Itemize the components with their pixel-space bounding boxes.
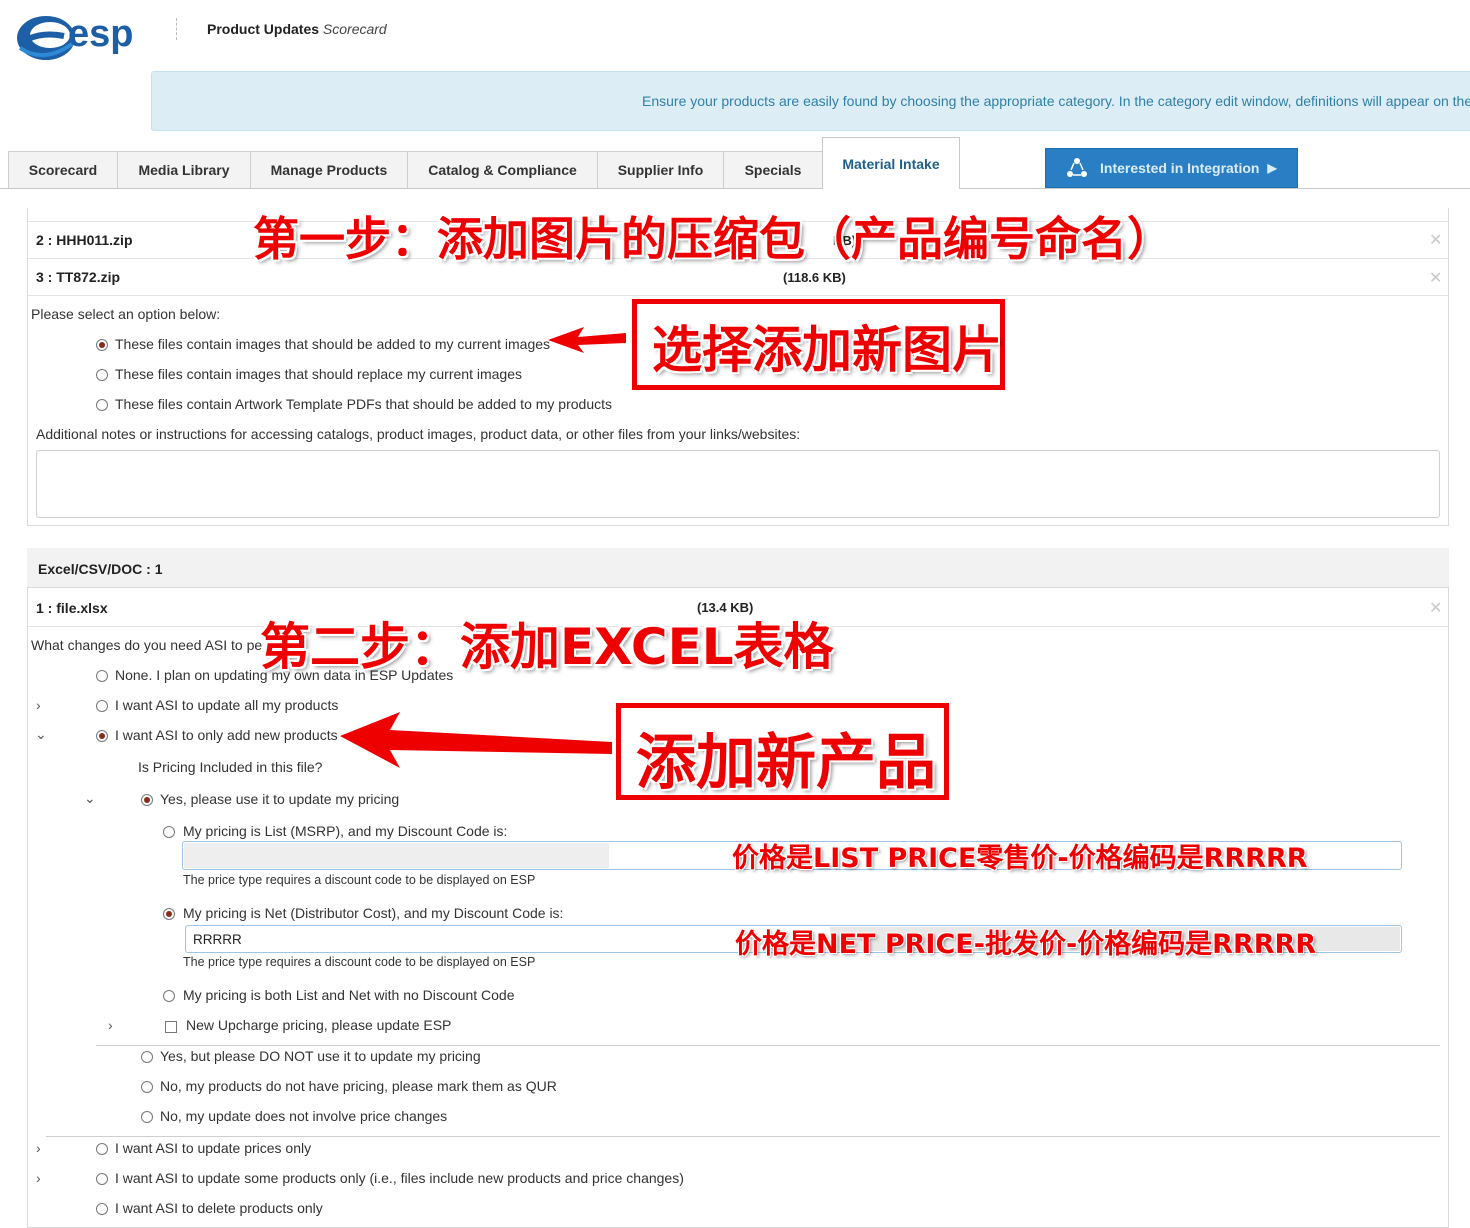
option-upcharge[interactable]: New Upcharge pricing, please update ESP (186, 1017, 451, 1033)
option-update-some[interactable]: I want ASI to update some products only … (115, 1170, 684, 1186)
option-list-pricing[interactable]: My pricing is List (MSRP), and my Discou… (183, 823, 507, 839)
radio-no-price-changes[interactable] (141, 1111, 153, 1123)
tab-supplier-info[interactable]: Supplier Info (597, 151, 724, 188)
option-pricing-qur[interactable]: No, my products do not have pricing, ple… (160, 1078, 557, 1094)
file-row-hhh011: 2 : HHH011.zip (36, 232, 133, 248)
remove-file-icon[interactable]: ✕ (1429, 268, 1442, 288)
discount-hint: The price type requires a discount code … (183, 955, 536, 969)
file-row-xlsx: 1 : file.xlsx (36, 600, 108, 616)
excel-panel-header (27, 548, 1449, 588)
tab-catalog-compliance[interactable]: Catalog & Compliance (407, 151, 598, 188)
radio-add-images[interactable] (96, 339, 108, 351)
radio-both-pricing[interactable] (163, 990, 175, 1002)
tab-specials[interactable]: Specials (723, 151, 823, 188)
annotation-list-price: 价格是LIST PRICE零售价-价格编码是RRRRR (732, 843, 1308, 874)
radio-update-prices-only[interactable] (96, 1143, 108, 1155)
chevron-down-icon[interactable]: ⌄ (35, 726, 47, 743)
option-pricing-yes[interactable]: Yes, please use it to update my pricing (160, 791, 399, 807)
option-no-price-changes[interactable]: No, my update does not involve price cha… (160, 1108, 447, 1124)
option-replace-images[interactable]: These files contain images that should r… (115, 366, 522, 382)
annotation-step1: 第一步：添加图片的压缩包（产品编号命名） (253, 212, 1173, 266)
option-net-pricing[interactable]: My pricing is Net (Distributor Cost), an… (183, 905, 563, 921)
annotation-add-new-products: 添加新产品 (636, 728, 936, 798)
radio-pricing-qur[interactable] (141, 1081, 153, 1093)
option-artwork-pdfs[interactable]: These files contain Artwork Template PDF… (115, 396, 612, 412)
chevron-down-icon[interactable]: ⌄ (84, 790, 96, 807)
interested-in-integration-button[interactable]: Interested in Integration ▶ (1045, 148, 1298, 188)
chevron-right-icon[interactable]: › (36, 1170, 41, 1186)
annotation-select-new-images: 选择添加新图片 (652, 321, 1002, 379)
remove-file-icon[interactable]: ✕ (1429, 598, 1442, 618)
radio-net-pricing[interactable] (163, 908, 175, 920)
option-both-pricing[interactable]: My pricing is both List and Net with no … (183, 987, 515, 1003)
option-pricing-no-update[interactable]: Yes, but please DO NOT use it to update … (160, 1048, 481, 1064)
tab-manage-products[interactable]: Manage Products (250, 151, 408, 188)
radio-pricing-yes[interactable] (141, 794, 153, 806)
chevron-right-icon[interactable]: › (36, 1140, 41, 1156)
excel-section-title: Excel/CSV/DOC : 1 (38, 561, 163, 577)
chevron-right-icon[interactable]: › (36, 697, 41, 713)
tab-scorecard[interactable]: Scorecard (8, 151, 118, 188)
radio-add-new-products[interactable] (96, 730, 108, 742)
remove-file-icon[interactable]: ✕ (1429, 230, 1442, 250)
option-prompt: Please select an option below: (31, 306, 221, 322)
annotation-net-price: 价格是NET PRICE-批发价-价格编码是RRRRR (735, 929, 1317, 960)
arrow-icon (340, 712, 612, 768)
radio-artwork-pdfs[interactable] (96, 399, 108, 411)
radio-replace-images[interactable] (96, 369, 108, 381)
file-size: (118.6 KB) (783, 270, 846, 285)
play-icon: ▶ (1267, 161, 1277, 175)
radio-list-pricing[interactable] (163, 826, 175, 838)
option-add-new-products[interactable]: I want ASI to only add new products (115, 727, 338, 743)
notes-label: Additional notes or instructions for acc… (36, 426, 801, 442)
divider (28, 295, 1448, 296)
changes-question: What changes do you need ASI to pe (31, 637, 263, 653)
radio-delete-only[interactable] (96, 1203, 108, 1215)
page-title: Product Updates Scorecard (207, 21, 387, 37)
esp-logo[interactable]: esp (14, 8, 144, 66)
pricing-question: Is Pricing Included in this file? (138, 759, 323, 775)
radio-pricing-no-update[interactable] (141, 1051, 153, 1063)
arrow-icon (548, 327, 626, 353)
discount-hint: The price type requires a discount code … (183, 873, 536, 887)
svg-text:esp: esp (68, 13, 133, 55)
divider (96, 1045, 1440, 1046)
radio-update-some[interactable] (96, 1173, 108, 1185)
tab-material-intake[interactable]: Material Intake (822, 137, 960, 189)
header-divider (176, 18, 177, 40)
integration-label: Interested in Integration (1100, 160, 1260, 176)
option-delete-only[interactable]: I want ASI to delete products only (115, 1200, 323, 1216)
upcharge-checkbox[interactable] (165, 1021, 177, 1033)
chevron-right-icon[interactable]: › (108, 1017, 113, 1033)
option-update-all[interactable]: I want ASI to update all my products (115, 697, 338, 713)
banner-text: Ensure your products are easily found by… (642, 93, 1470, 109)
radio-update-all[interactable] (96, 700, 108, 712)
annotation-step2: 第二步：添加EXCEL表格 (260, 618, 834, 676)
tab-bar-line (0, 188, 1470, 189)
notes-textarea[interactable] (36, 450, 1440, 518)
radio-none[interactable] (96, 670, 108, 682)
integration-icon (1067, 158, 1087, 177)
divider (46, 1136, 1440, 1137)
file-row-tt872: 3 : TT872.zip (36, 269, 121, 285)
option-update-prices-only[interactable]: I want ASI to update prices only (115, 1140, 311, 1156)
option-add-images[interactable]: These files contain images that should b… (115, 336, 550, 352)
tab-media-library[interactable]: Media Library (117, 151, 251, 188)
